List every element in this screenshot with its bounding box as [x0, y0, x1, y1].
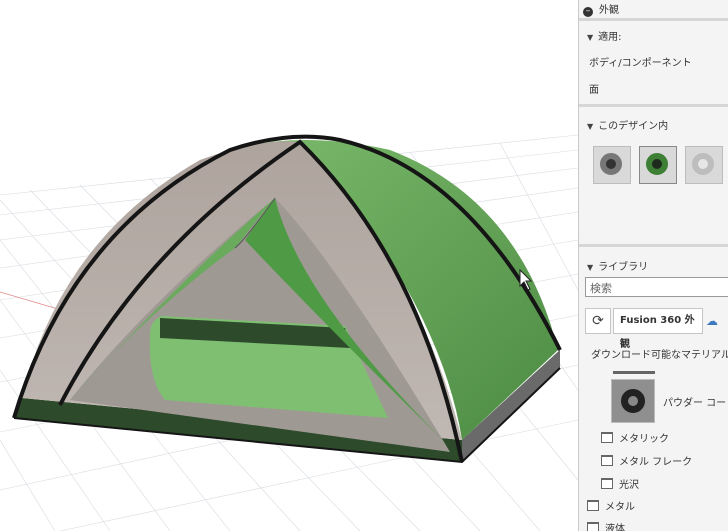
- material-item[interactable]: パウダー コート: [611, 371, 728, 423]
- folder-metal-flake[interactable]: メタル フレーク: [601, 453, 692, 468]
- appearance-panel: – 外観 ▼ 適用: ボディ/コンポーネント 面 ▼ このデザイン内 ▼ ライブラリ 検…: [578, 0, 728, 531]
- refresh-button[interactable]: ⟳: [585, 308, 611, 334]
- cloud-icon[interactable]: ☁: [706, 314, 718, 328]
- folder-icon: [601, 478, 613, 489]
- 3d-viewport[interactable]: [0, 0, 578, 531]
- download-progress-bar: [613, 371, 655, 374]
- search-input[interactable]: 検索: [585, 277, 728, 297]
- refresh-icon: ⟳: [592, 313, 604, 329]
- appearance-thumb-grey[interactable]: [685, 146, 723, 184]
- appearance-thumb-metal[interactable]: [593, 146, 631, 184]
- apply-header[interactable]: ▼ 適用:: [587, 28, 622, 43]
- collapse-icon[interactable]: –: [583, 7, 593, 17]
- ring-swatch-icon: [692, 153, 714, 175]
- ring-swatch-icon: [646, 153, 668, 175]
- downloadable-materials-label: ダウンロード可能なマテリアル: [591, 350, 728, 361]
- library-tab-fusion[interactable]: Fusion 360 外観: [613, 308, 703, 350]
- folder-icon: [601, 432, 613, 443]
- library-toolbar: ⟳ Fusion 360 外観 ☁: [585, 308, 728, 350]
- panel-header[interactable]: – 外観: [583, 1, 619, 17]
- in-design-header[interactable]: ▼ このデザイン内: [587, 117, 668, 132]
- folder-icon: [601, 455, 613, 466]
- material-label: パウダー コート: [663, 398, 728, 409]
- folder-liquid[interactable]: 液体: [587, 520, 625, 531]
- expand-triangle-icon: ▼: [587, 33, 594, 42]
- folder-metallic[interactable]: メタリック: [601, 430, 669, 445]
- ring-swatch-icon: [600, 153, 622, 175]
- tent-model-canvas[interactable]: [0, 0, 578, 531]
- appearance-thumb-green[interactable]: [639, 146, 677, 184]
- expand-triangle-icon: ▼: [587, 122, 594, 131]
- expand-triangle-icon: ▼: [587, 263, 594, 272]
- apply-option-body[interactable]: ボディ/コンポーネント: [589, 54, 692, 69]
- folder-icon: [587, 500, 599, 511]
- folder-metal[interactable]: メタル: [587, 498, 635, 513]
- folder-gloss[interactable]: 光沢: [601, 476, 639, 491]
- panel-title: 外観: [599, 5, 619, 16]
- apply-option-face[interactable]: 面: [589, 81, 599, 96]
- material-thumbnail: [611, 379, 655, 423]
- folder-icon: [587, 522, 599, 531]
- ring-swatch-icon: [621, 389, 645, 413]
- library-header[interactable]: ▼ ライブラリ: [587, 258, 648, 273]
